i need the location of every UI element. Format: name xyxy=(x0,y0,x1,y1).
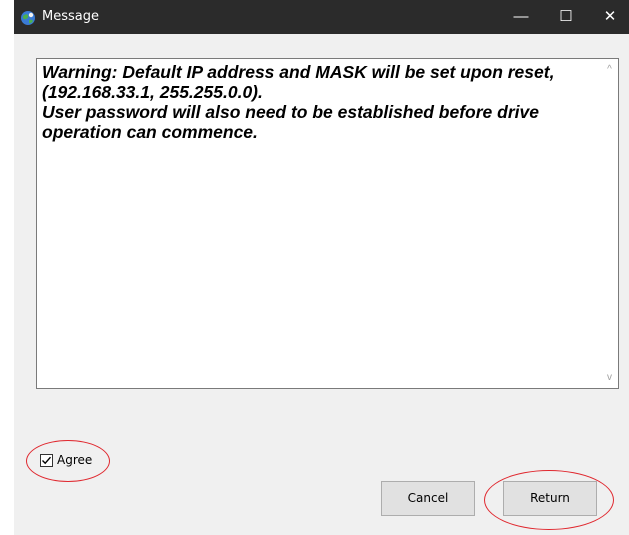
window-title: Message xyxy=(42,9,99,24)
title-bar: Message — ☐ ✕ xyxy=(14,0,629,34)
minimize-button[interactable]: — xyxy=(499,0,543,34)
checkmark-icon xyxy=(42,456,52,464)
globe-app-icon xyxy=(21,11,35,25)
agree-label: Agree xyxy=(57,453,93,467)
maximize-button[interactable]: ☐ xyxy=(544,0,588,34)
message-dialog: Message — ☐ ✕ Warning: Default IP addres… xyxy=(14,0,629,535)
scroll-down-arrow-icon[interactable]: v xyxy=(601,369,618,386)
agree-checkbox[interactable] xyxy=(40,453,53,467)
scroll-up-arrow-icon[interactable]: ^ xyxy=(601,61,618,78)
vertical-scrollbar[interactable]: ^ v xyxy=(601,59,618,388)
message-text: Warning: Default IP address and MASK wil… xyxy=(42,62,555,142)
cancel-button[interactable]: Cancel xyxy=(381,481,475,516)
close-button[interactable]: ✕ xyxy=(588,0,629,34)
return-button[interactable]: Return xyxy=(503,481,597,516)
agree-checkbox-row[interactable]: Agree xyxy=(40,451,92,469)
message-textbox[interactable]: Warning: Default IP address and MASK wil… xyxy=(36,58,619,389)
